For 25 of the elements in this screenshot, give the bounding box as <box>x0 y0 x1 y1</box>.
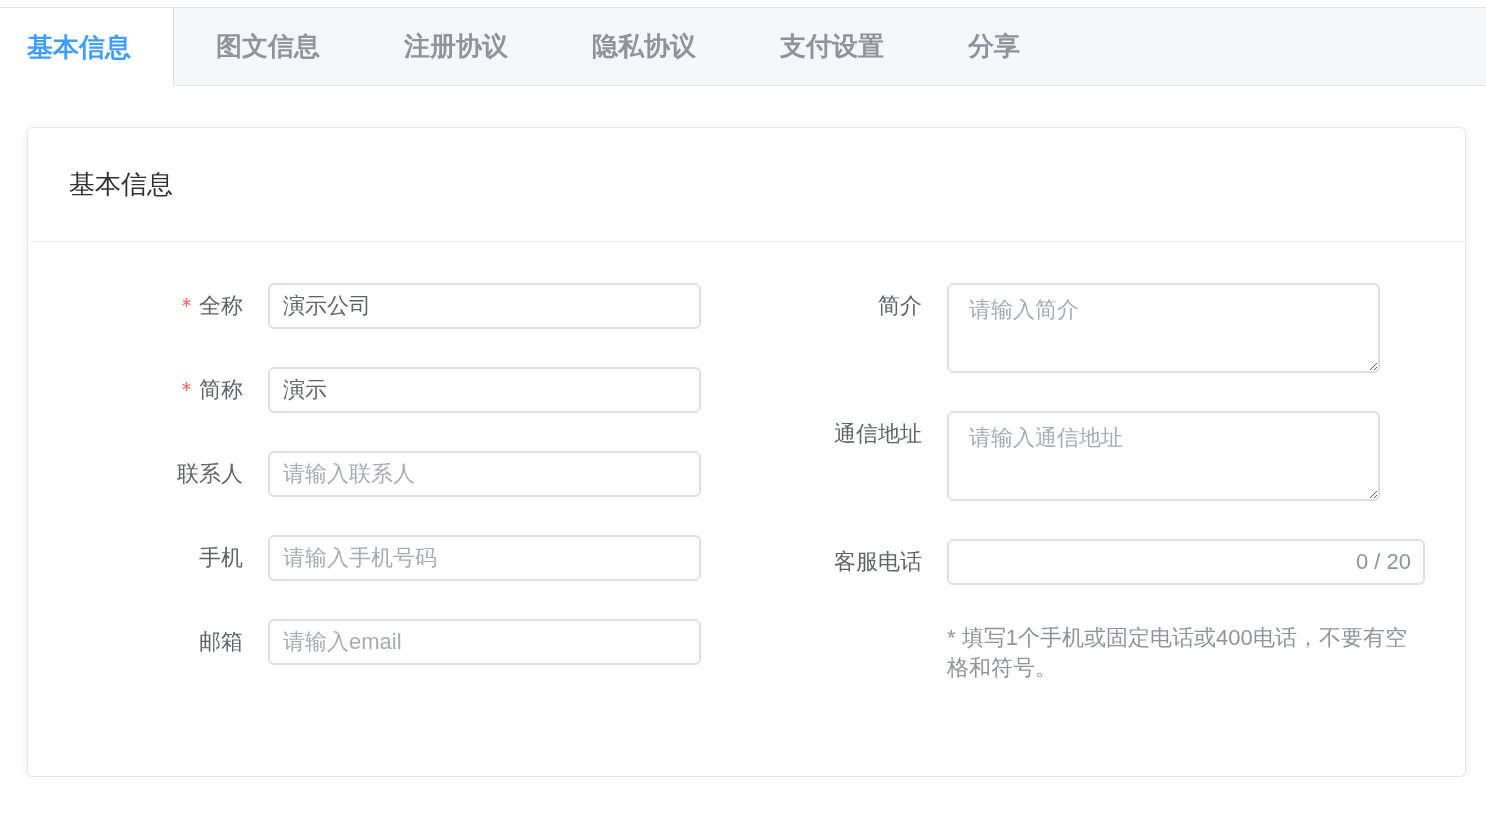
textarea-field[interactable]: 请输入简介 <box>947 283 1380 373</box>
input-field[interactable]: 0 / 20 <box>947 539 1425 585</box>
field-label: 全称 <box>199 292 243 320</box>
field-label: 通信地址 <box>834 420 922 448</box>
tab[interactable]: 基本信息 <box>0 8 174 86</box>
tab[interactable]: 注册协议 <box>362 8 550 85</box>
tab[interactable]: 分享 <box>926 8 1062 85</box>
hint-text: * 填写1个手机或固定电话或400电话，不要有空格和符号。 <box>947 624 1408 682</box>
field-label: 客服电话 <box>834 548 922 576</box>
card-title: 基本信息 <box>69 168 173 201</box>
input-field[interactable]: 请输入手机号码 <box>268 535 701 581</box>
character-counter: 0 / 20 <box>1355 549 1411 575</box>
field-label: 手机 <box>199 544 243 572</box>
field-label: 联系人 <box>177 460 243 488</box>
textarea-field[interactable]: 请输入通信地址 <box>947 411 1380 501</box>
field-label: 邮箱 <box>199 628 243 656</box>
input-field[interactable]: 请输入联系人 <box>268 451 701 497</box>
input-field[interactable]: 演示公司 <box>268 283 701 329</box>
tab[interactable]: 隐私协议 <box>550 8 738 85</box>
input-field[interactable]: 演示 <box>268 367 701 413</box>
tab[interactable]: 图文信息 <box>174 8 362 85</box>
input-field[interactable]: 请输入email <box>268 619 701 665</box>
field-label: 简称 <box>199 376 243 404</box>
tab[interactable]: 支付设置 <box>738 8 926 85</box>
field-label: 简介 <box>878 292 922 320</box>
